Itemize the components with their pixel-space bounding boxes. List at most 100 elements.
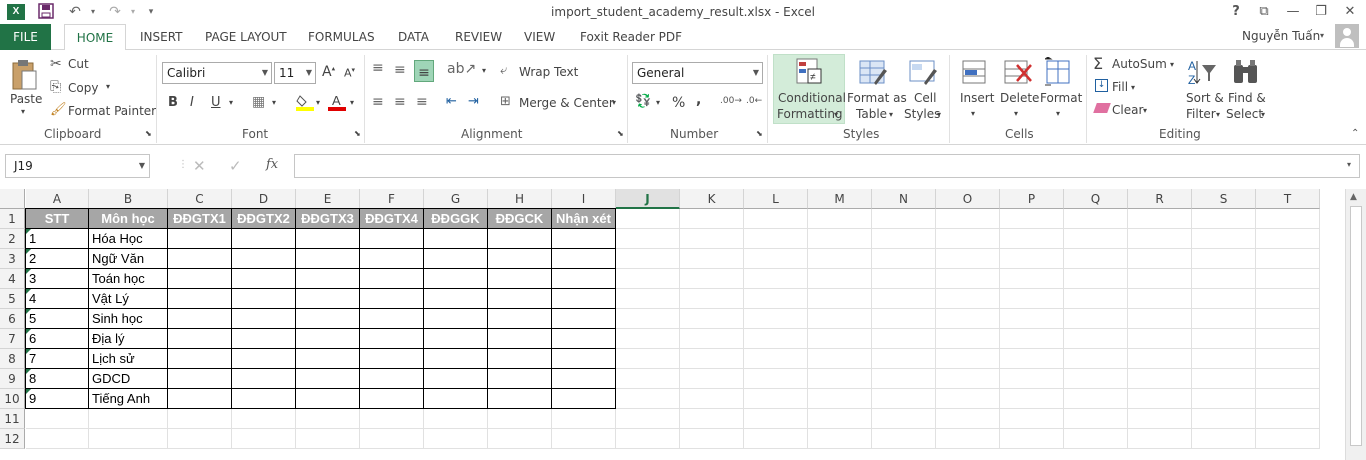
percent-style-button[interactable]: % xyxy=(672,95,685,111)
underline-dropdown-icon[interactable]: ▾ xyxy=(229,98,233,107)
cell[interactable]: 1 xyxy=(25,229,89,249)
cell[interactable] xyxy=(424,229,488,249)
delete-cells-icon[interactable] xyxy=(1003,57,1033,87)
cell[interactable] xyxy=(424,389,488,409)
cell[interactable] xyxy=(1128,389,1192,409)
increase-font-icon[interactable]: A▴ xyxy=(322,64,335,80)
copy-button[interactable]: Copy xyxy=(68,81,98,95)
cell[interactable] xyxy=(360,329,424,349)
header-cell[interactable]: Nhận xét xyxy=(552,208,616,229)
cell[interactable] xyxy=(1128,369,1192,389)
cancel-entry-icon[interactable]: ✕ xyxy=(193,157,206,175)
format-as-table-label-1[interactable]: Format as xyxy=(847,91,907,105)
worksheet-grid[interactable]: A B C D E F G H I J K L M N O P Q R S T 1 2 3 4 5 6 7 8 9 10 11 12 STT Mô… xyxy=(0,189,1366,460)
cell[interactable] xyxy=(424,369,488,389)
font-color-icon[interactable]: A xyxy=(328,92,346,112)
cell[interactable] xyxy=(680,229,744,249)
cell[interactable] xyxy=(1256,249,1320,269)
avatar[interactable] xyxy=(1335,24,1359,48)
sort-filter-label-1[interactable]: Sort & xyxy=(1186,91,1224,105)
fill-color-dropdown-icon[interactable]: ▾ xyxy=(316,98,320,107)
cell[interactable] xyxy=(616,349,680,369)
cell[interactable] xyxy=(1128,209,1192,229)
cell[interactable] xyxy=(26,409,89,429)
cell[interactable] xyxy=(680,409,744,429)
header-cell[interactable]: ĐĐGGK xyxy=(424,208,488,229)
cell[interactable]: 2 xyxy=(25,249,89,269)
clear-dropdown-icon[interactable]: ▾ xyxy=(1143,106,1147,115)
font-name-combo[interactable]: Calibri ▼ xyxy=(162,62,272,84)
cell[interactable] xyxy=(168,249,232,269)
cell[interactable] xyxy=(936,409,1000,429)
format-cells-icon[interactable] xyxy=(1043,56,1073,87)
cell[interactable] xyxy=(232,229,296,249)
cell[interactable] xyxy=(1000,429,1064,449)
insert-dropdown-icon[interactable]: ▾ xyxy=(971,109,975,118)
row-header-10[interactable]: 10 xyxy=(0,389,25,409)
scroll-thumb[interactable] xyxy=(1350,206,1362,446)
cell[interactable] xyxy=(1064,349,1128,369)
cell[interactable] xyxy=(1000,329,1064,349)
cell[interactable] xyxy=(26,429,89,449)
cell[interactable] xyxy=(1064,309,1128,329)
decrease-font-icon[interactable]: A▾ xyxy=(344,66,355,80)
header-cell[interactable]: ĐĐGTX2 xyxy=(232,208,296,229)
cell[interactable] xyxy=(360,269,424,289)
cell[interactable] xyxy=(744,429,808,449)
cell[interactable] xyxy=(680,389,744,409)
tab-home[interactable]: HOME xyxy=(64,24,126,51)
minimize-button[interactable]: — xyxy=(1281,2,1305,22)
cell[interactable] xyxy=(872,229,936,249)
cell[interactable] xyxy=(360,409,424,429)
cell[interactable] xyxy=(1256,369,1320,389)
cell[interactable] xyxy=(424,409,488,429)
cell[interactable] xyxy=(1256,309,1320,329)
cell[interactable] xyxy=(424,269,488,289)
cell[interactable] xyxy=(616,249,680,269)
cell[interactable] xyxy=(1256,329,1320,349)
cell[interactable] xyxy=(744,309,808,329)
cell[interactable] xyxy=(232,429,296,449)
cell[interactable] xyxy=(1192,209,1256,229)
wrap-text-button[interactable]: Wrap Text xyxy=(519,65,578,79)
column-header-i[interactable]: I xyxy=(552,189,616,209)
column-header-e[interactable]: E xyxy=(296,189,360,209)
cell[interactable] xyxy=(936,229,1000,249)
chevron-down-icon[interactable]: ▼ xyxy=(139,155,145,177)
header-cell[interactable]: STT xyxy=(25,208,89,229)
formula-input[interactable] xyxy=(294,154,1360,178)
row-header-6[interactable]: 6 xyxy=(0,309,25,329)
cell[interactable] xyxy=(168,289,232,309)
column-header-o[interactable]: O xyxy=(936,189,1000,209)
cell[interactable] xyxy=(1128,349,1192,369)
cell[interactable] xyxy=(872,309,936,329)
cell[interactable]: Hóa Học xyxy=(89,229,168,249)
cell[interactable] xyxy=(424,349,488,369)
cell[interactable] xyxy=(552,369,616,389)
cell[interactable] xyxy=(744,349,808,369)
sort-filter-icon[interactable]: AZ xyxy=(1187,57,1217,87)
find-select-label-2[interactable]: Select xyxy=(1226,107,1263,121)
cell[interactable] xyxy=(360,429,424,449)
cell[interactable] xyxy=(1128,289,1192,309)
user-name[interactable]: Nguyễn Tuấn xyxy=(1242,29,1320,43)
cell[interactable] xyxy=(872,249,936,269)
cell[interactable] xyxy=(1192,229,1256,249)
autosum-dropdown-icon[interactable]: ▾ xyxy=(1170,60,1174,69)
cell[interactable] xyxy=(488,369,552,389)
cell[interactable] xyxy=(872,209,936,229)
accounting-dropdown-icon[interactable]: ▾ xyxy=(656,98,660,107)
cell[interactable] xyxy=(1256,229,1320,249)
cell[interactable] xyxy=(296,409,360,429)
cell[interactable] xyxy=(488,429,552,449)
cell[interactable] xyxy=(488,329,552,349)
increase-decimal-icon[interactable]: .00→ xyxy=(720,96,742,106)
tab-page-layout[interactable]: PAGE LAYOUT xyxy=(205,24,287,50)
autosum-icon[interactable]: Σ xyxy=(1093,54,1103,73)
cell[interactable] xyxy=(808,429,872,449)
font-launcher-icon[interactable]: ⬊ xyxy=(354,129,361,138)
bold-button[interactable]: B xyxy=(168,95,178,110)
cell[interactable] xyxy=(680,309,744,329)
cell[interactable] xyxy=(488,289,552,309)
cell[interactable] xyxy=(296,429,360,449)
